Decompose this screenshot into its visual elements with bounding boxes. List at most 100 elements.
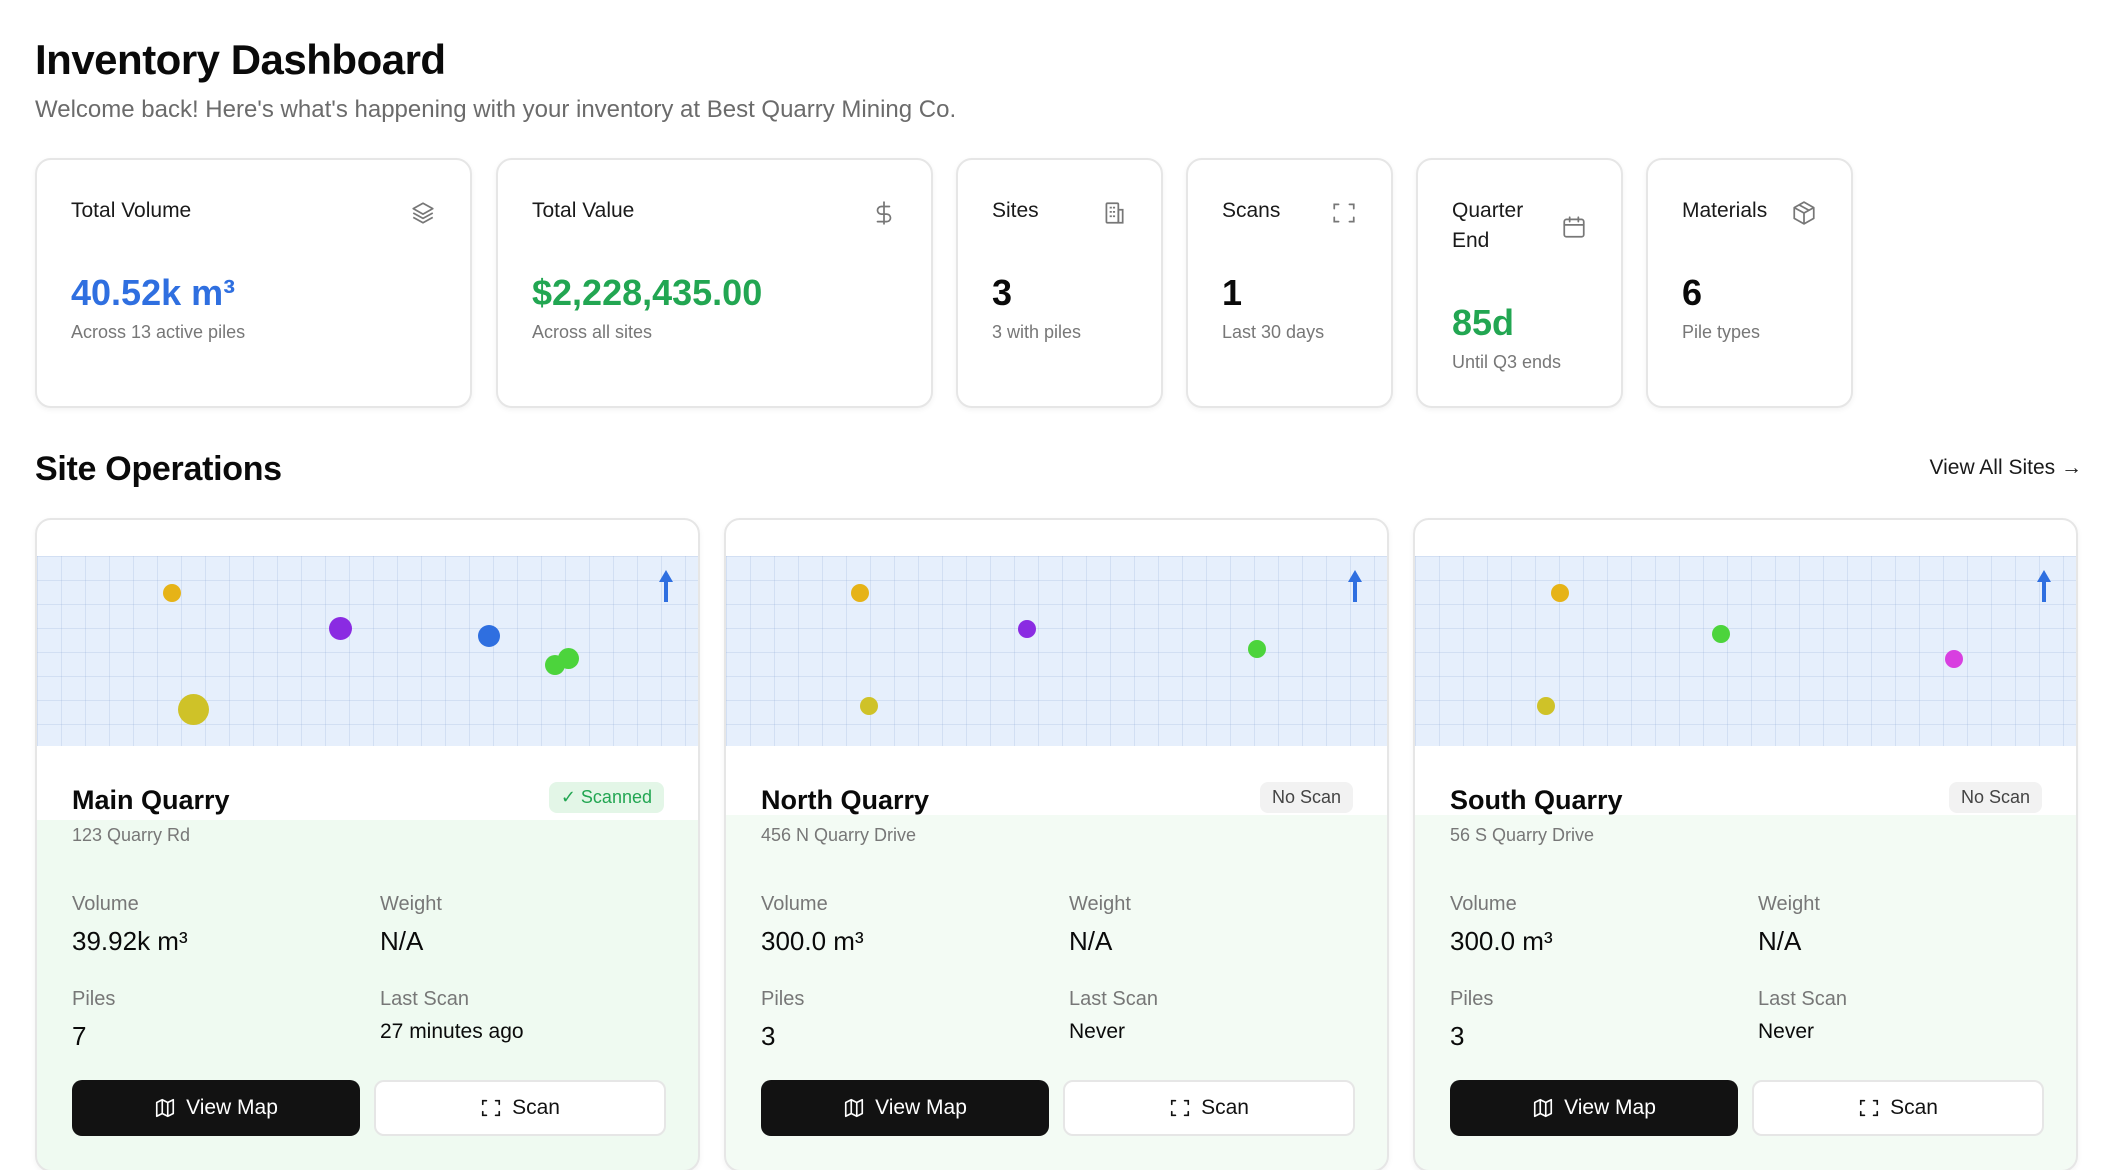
- view-map-button[interactable]: View Map: [1450, 1080, 1738, 1136]
- stat-sub: Across all sites: [532, 322, 653, 342]
- weight-value: N/A: [1758, 926, 1802, 956]
- north-arrow-icon: [659, 570, 673, 602]
- page-header: Inventory Dashboard Welcome back! Here's…: [35, 36, 956, 124]
- weight-label: Weight: [1069, 893, 1131, 915]
- view-map-label: View Map: [1564, 1096, 1656, 1119]
- site-map-preview[interactable]: [37, 556, 698, 746]
- site-name: North Quarry: [761, 785, 930, 815]
- site-name: South Quarry: [1450, 785, 1623, 815]
- pile-marker[interactable]: [1537, 697, 1555, 715]
- page-title: Inventory Dashboard: [35, 36, 446, 83]
- last-scan-value: 27 minutes ago: [380, 1020, 524, 1043]
- scan-label: Scan: [1201, 1096, 1249, 1119]
- status-badge: No Scan: [1948, 782, 2042, 813]
- weight-value: N/A: [1069, 926, 1113, 956]
- view-map-button[interactable]: View Map: [72, 1080, 360, 1136]
- pile-marker[interactable]: [478, 625, 500, 647]
- weight-label: Weight: [1758, 893, 1820, 915]
- scan-label: Scan: [1890, 1096, 1938, 1119]
- volume-label: Volume: [1450, 893, 1517, 915]
- piles-label: Piles: [1450, 988, 1494, 1010]
- scan-icon: [1333, 203, 1355, 223]
- stat-card-quarter-end: Quarter End 85d Until Q3 ends: [1416, 158, 1623, 408]
- site-card-main-quarry: Main Quarry ✓ Scanned 123 Quarry Rd Volu…: [35, 518, 700, 1170]
- view-map-button[interactable]: View Map: [761, 1080, 1049, 1136]
- stat-label: Quarter End: [1452, 199, 1524, 252]
- pile-marker[interactable]: [163, 584, 181, 602]
- scan-icon: [481, 1099, 501, 1117]
- dollar-icon: [876, 201, 892, 225]
- stat-sub: Across 13 active piles: [71, 322, 246, 342]
- view-all-sites-link[interactable]: View All Sites →: [1929, 456, 2082, 480]
- north-arrow-icon: [1348, 570, 1362, 602]
- volume-value: 300.0 m³: [1450, 926, 1553, 956]
- layers-icon: [412, 202, 434, 224]
- stat-card-materials: Materials 6 Pile types: [1646, 158, 1853, 408]
- map-icon: [156, 1098, 175, 1118]
- building-icon: [1105, 202, 1124, 224]
- pile-marker[interactable]: [329, 617, 352, 640]
- piles-value: 7: [72, 1021, 87, 1051]
- site-address: 123 Quarry Rd: [72, 825, 191, 845]
- box-icon: [1793, 201, 1815, 225]
- volume-label: Volume: [72, 893, 139, 915]
- stat-sub: Pile types: [1682, 322, 1761, 342]
- pile-marker[interactable]: [545, 655, 565, 675]
- weight-label: Weight: [380, 893, 442, 915]
- site-name: Main Quarry: [72, 785, 230, 815]
- stat-sub: 3 with piles: [992, 322, 1082, 342]
- stat-label: Total Value: [532, 199, 635, 222]
- view-map-label: View Map: [875, 1096, 967, 1119]
- scan-icon: [1859, 1099, 1879, 1117]
- stat-value: 3: [992, 272, 1013, 313]
- site-address: 56 S Quarry Drive: [1450, 825, 1595, 845]
- stat-card-total-value: Total Value $2,228,435.00 Across all sit…: [496, 158, 933, 408]
- piles-label: Piles: [761, 988, 805, 1010]
- pile-marker[interactable]: [1712, 625, 1730, 643]
- view-map-label: View Map: [186, 1096, 278, 1119]
- stat-value: 1: [1222, 272, 1243, 313]
- stat-card-total-volume: Total Volume 40.52k m³ Across 13 active …: [35, 158, 472, 408]
- stat-value: 6: [1682, 272, 1703, 313]
- stat-sub: Last 30 days: [1222, 322, 1325, 342]
- last-scan-label: Last Scan: [380, 988, 469, 1010]
- last-scan-label: Last Scan: [1758, 988, 1847, 1010]
- piles-value: 3: [761, 1021, 776, 1051]
- last-scan-value: Never: [1069, 1020, 1126, 1043]
- scan-label: Scan: [512, 1096, 560, 1119]
- pile-marker[interactable]: [1248, 640, 1266, 658]
- pile-marker[interactable]: [1945, 650, 1963, 668]
- map-icon: [845, 1098, 864, 1118]
- site-card-south-quarry: South Quarry No Scan 56 S Quarry Drive V…: [1413, 518, 2078, 1170]
- stat-value: 40.52k m³: [71, 272, 236, 313]
- piles-value: 3: [1450, 1021, 1465, 1051]
- last-scan-value: Never: [1758, 1020, 1815, 1043]
- pile-marker[interactable]: [851, 584, 869, 602]
- volume-value: 300.0 m³: [761, 926, 864, 956]
- north-arrow-icon: [2037, 570, 2051, 602]
- status-badge: No Scan: [1259, 782, 1353, 813]
- section-title: Site Operations: [35, 450, 282, 488]
- pile-marker[interactable]: [178, 694, 209, 725]
- site-map-preview[interactable]: [1415, 556, 2076, 746]
- piles-label: Piles: [72, 988, 116, 1010]
- scan-button[interactable]: Scan: [374, 1080, 666, 1136]
- stat-card-sites: Sites 3 3 with piles: [956, 158, 1163, 408]
- stat-value: $2,228,435.00: [532, 272, 763, 313]
- stat-sub: Until Q3 ends: [1452, 352, 1562, 372]
- pile-marker[interactable]: [1018, 620, 1036, 638]
- volume-value: 39.92k m³: [72, 926, 188, 956]
- weight-value: N/A: [380, 926, 424, 956]
- scan-button[interactable]: Scan: [1063, 1080, 1355, 1136]
- stat-label: Total Volume: [71, 199, 192, 222]
- site-card-north-quarry: North Quarry No Scan 456 N Quarry Drive …: [724, 518, 1389, 1170]
- scan-button[interactable]: Scan: [1752, 1080, 2044, 1136]
- pile-marker[interactable]: [860, 697, 878, 715]
- stat-value: 85d: [1452, 302, 1515, 343]
- site-map-preview[interactable]: [726, 556, 1387, 746]
- stat-card-scans: Scans 1 Last 30 days: [1186, 158, 1393, 408]
- pile-marker[interactable]: [1551, 584, 1569, 602]
- status-badge: ✓ Scanned: [548, 782, 664, 813]
- calendar-icon: [1563, 216, 1585, 238]
- map-icon: [1534, 1098, 1553, 1118]
